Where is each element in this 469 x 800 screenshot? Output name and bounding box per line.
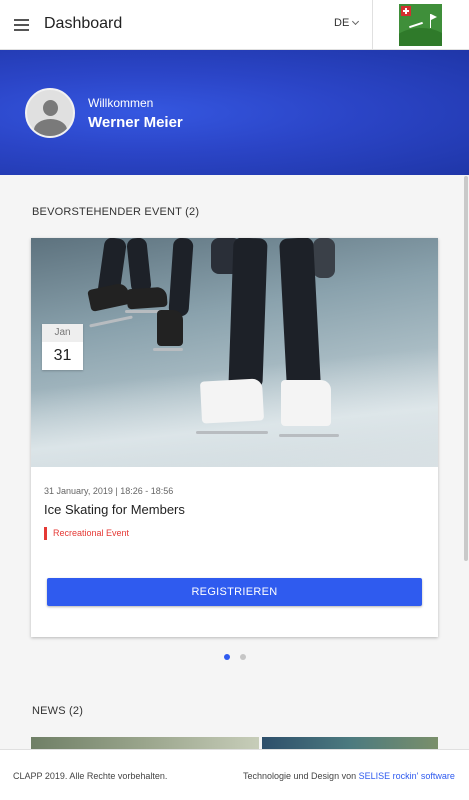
welcome-banner: Willkommen Werner Meier — [0, 50, 469, 175]
copyright-text: CLAPP 2019. Alle Rechte vorbehalten. — [13, 771, 168, 781]
divider — [372, 0, 373, 50]
hamburger-menu-icon[interactable] — [12, 15, 32, 35]
carousel-dot-1[interactable] — [224, 654, 230, 660]
register-button[interactable]: REGISTRIEREN — [47, 578, 422, 606]
chevron-down-icon — [352, 17, 360, 26]
credits-prefix: Technologie und Design von — [243, 771, 357, 781]
events-section-title: BEVORSTEHENDER EVENT (2) — [32, 206, 200, 218]
footer: CLAPP 2019. Alle Rechte vorbehalten. Tec… — [0, 749, 469, 800]
user-name: Werner Meier — [88, 114, 183, 131]
news-section-title: NEWS (2) — [32, 705, 84, 717]
event-title[interactable]: Ice Skating for Members — [44, 502, 185, 517]
event-card[interactable]: Jan 31 31 January, 2019 | 18:26 - 18:56 … — [31, 238, 438, 637]
credits-text: Technologie und Design von SELISE rockin… — [243, 771, 455, 781]
event-category-tag: Recreational Event — [44, 527, 129, 540]
event-datetime: 31 January, 2019 | 18:26 - 18:56 — [44, 486, 174, 496]
language-selector[interactable]: DE — [334, 17, 360, 29]
top-app-bar: Dashboard DE — [0, 0, 469, 50]
language-label: DE — [334, 17, 350, 29]
event-image: Jan 31 — [31, 238, 438, 467]
club-logo[interactable] — [399, 4, 442, 46]
event-date-badge: Jan 31 — [42, 324, 83, 370]
carousel-dot-2[interactable] — [240, 654, 246, 660]
event-day: 31 — [53, 347, 72, 364]
event-month: Jan — [42, 324, 83, 342]
avatar[interactable] — [25, 88, 75, 138]
scrollbar[interactable] — [464, 176, 468, 561]
page-title: Dashboard — [44, 15, 123, 32]
credits-link[interactable]: SELISE rockin' software — [359, 771, 455, 781]
welcome-greeting: Willkommen — [88, 96, 154, 110]
